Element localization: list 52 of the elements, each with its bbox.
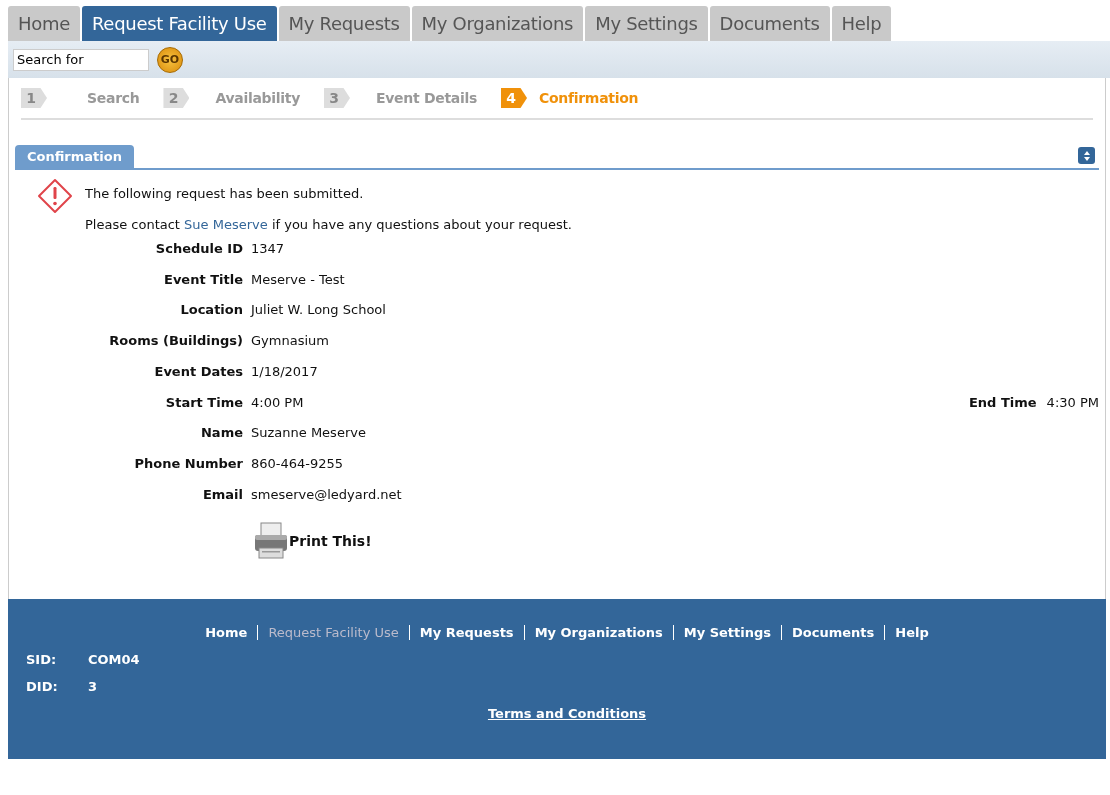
field-label: Phone Number <box>133 454 243 473</box>
contact-text: Please contact Sue Meserve if you have any questions about your request. <box>85 216 572 234</box>
field-value: Meserve - Test <box>251 270 345 289</box>
field-value: Gymnasium <box>251 332 329 351</box>
wizard-step: 3 Event Details <box>324 88 477 108</box>
nav-tab[interactable]: Home <box>8 6 80 41</box>
footer-link[interactable]: My Requests <box>419 625 514 640</box>
printer-icon <box>253 522 289 561</box>
footer-link[interactable]: My Organizations <box>534 625 663 640</box>
collapse-toggle-icon[interactable] <box>1078 147 1095 164</box>
footer-link[interactable]: Home <box>205 625 248 640</box>
wizard-step: 1 Search <box>21 88 140 108</box>
field-label: Rooms (Buildings) <box>108 332 243 351</box>
info-value: 3 <box>88 679 98 694</box>
field-label: Name <box>200 424 243 443</box>
footer-link[interactable]: Request Facility Use <box>268 625 399 640</box>
field-value: Juliet W. Long School <box>251 301 386 320</box>
nav-tab[interactable]: My Organizations <box>411 6 584 41</box>
field-label: Event Dates <box>153 362 243 381</box>
field-value: 860-464-9255 <box>251 454 344 473</box>
field-value: 4:00 PM <box>251 393 304 412</box>
field-label: Event Title <box>163 270 243 289</box>
nav-tab[interactable]: My Settings <box>585 6 708 41</box>
field-label: End Time <box>967 393 1037 412</box>
contact-link[interactable]: Sue Meserve <box>184 217 268 232</box>
footer-link[interactable]: My Settings <box>683 625 772 640</box>
field-value: 4:30 PM <box>1046 393 1099 412</box>
print-button[interactable]: Print This! <box>253 522 372 561</box>
info-label: SID: <box>26 652 58 667</box>
nav-tab[interactable]: Request Facility Use <box>81 6 277 41</box>
message-text: The following request has been submitted. <box>85 185 365 203</box>
field-label: Email <box>201 485 243 504</box>
field-label: Location <box>179 301 243 320</box>
field-value: smeserve@ledyard.net <box>251 485 402 504</box>
nav-tab[interactable]: My Requests <box>278 6 410 41</box>
field-value: Suzanne Meserve <box>251 424 366 443</box>
search-field[interactable]: Search for <box>13 48 149 71</box>
field-value: 1/18/2017 <box>251 362 318 381</box>
wizard-step: 4 Confirmation <box>501 88 639 108</box>
wizard-step: 2 Availability <box>163 88 300 108</box>
footer-link[interactable]: Documents <box>792 625 875 640</box>
go-button[interactable]: GO <box>157 46 183 73</box>
field-value: 1347 <box>251 240 285 258</box>
nav-tab[interactable]: Documents <box>709 6 830 41</box>
field-label: Start Time <box>164 393 243 412</box>
footer-link[interactable]: Help <box>895 625 929 640</box>
field-label: Schedule ID <box>154 240 243 258</box>
info-label: DID: <box>26 679 59 694</box>
warning-icon <box>37 178 73 214</box>
nav-tab[interactable]: Help <box>831 6 892 41</box>
terms-link[interactable]: Terms and Conditions <box>487 706 647 721</box>
info-value: COM04 <box>88 652 140 667</box>
